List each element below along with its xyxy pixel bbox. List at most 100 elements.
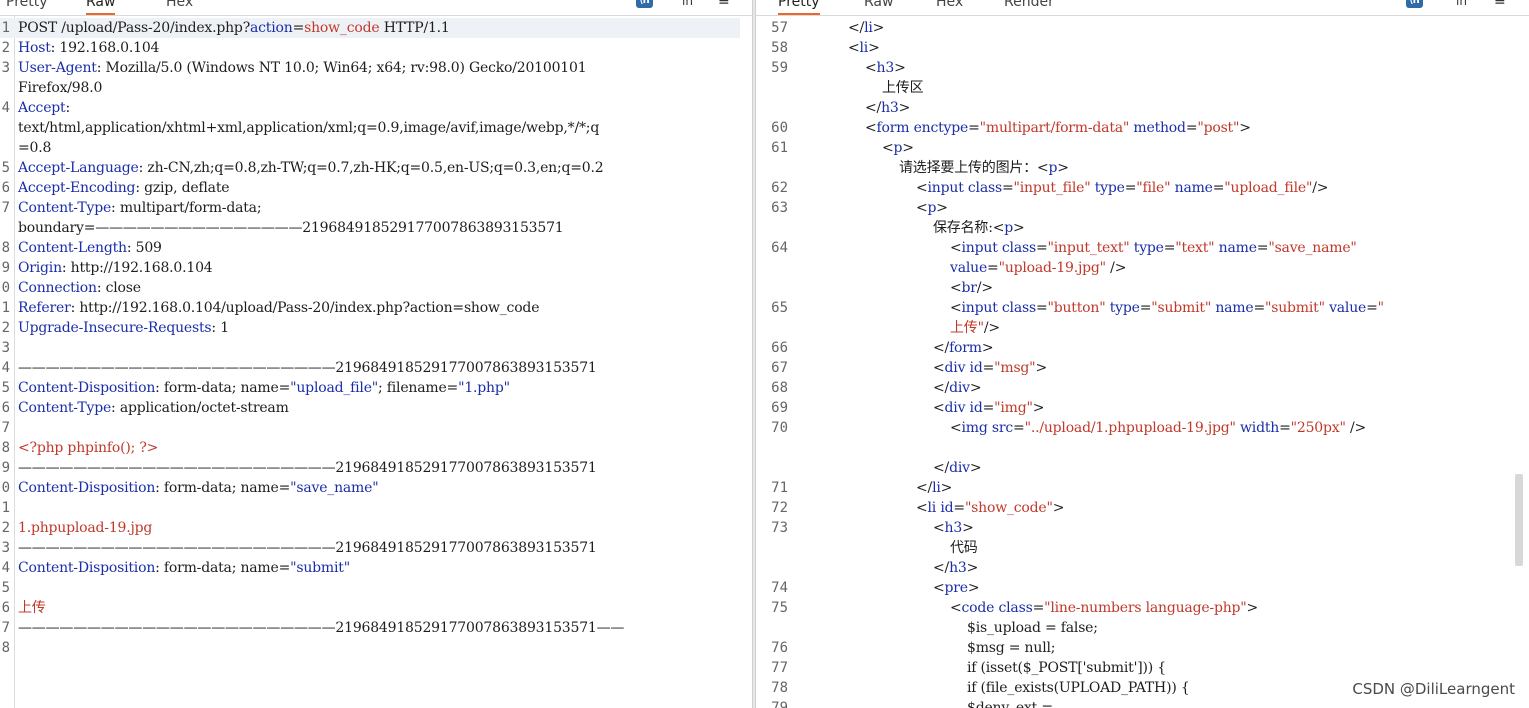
response-line[interactable]: 59 <h3> bbox=[756, 58, 1516, 78]
tab-render[interactable]: Render bbox=[1004, 0, 1054, 13]
response-line[interactable]: 60 <form enctype="multipart/form-data" me… bbox=[756, 118, 1516, 138]
response-line[interactable]: 79 $deny_ext = bbox=[756, 698, 1516, 708]
line-number: 8 bbox=[1, 440, 10, 456]
line-number: 77 bbox=[771, 660, 788, 676]
response-line[interactable]: 70 <img src="../upload/1.phpupload-19.jpg… bbox=[756, 418, 1516, 438]
response-line[interactable]: 64 <input class="input_text" type="text" … bbox=[756, 238, 1516, 258]
request-line[interactable]: =0.8 bbox=[0, 138, 740, 158]
response-line-text: <input class="button" type="submit" name… bbox=[950, 300, 1384, 316]
request-line[interactable]: 7 Content-Type: multipart/form-data; bbox=[0, 198, 740, 218]
request-line[interactable]: 7 bbox=[0, 418, 740, 438]
response-line[interactable]: </h3> bbox=[756, 98, 1516, 118]
response-line[interactable]: $is_upload = false; bbox=[756, 618, 1516, 638]
request-line[interactable]: 2 1.phpupload-19.jpg bbox=[0, 518, 740, 538]
response-line[interactable]: 77 if (isset($_POST['submit'])) { bbox=[756, 658, 1516, 678]
request-text-area[interactable]: 1 POST /upload/Pass-20/index.php?action=s… bbox=[0, 16, 752, 708]
response-line[interactable]: 请选择要上传的图片：<p> bbox=[756, 158, 1516, 178]
request-line[interactable]: 1 Referer: http://192.168.0.104/upload/Pa… bbox=[0, 298, 740, 318]
response-line[interactable]: 73 <h3> bbox=[756, 518, 1516, 538]
tab-hex[interactable]: Hex bbox=[166, 0, 193, 13]
request-line-text: Content-Disposition: form-data; name="sa… bbox=[18, 480, 379, 496]
request-line[interactable]: 8 <?php phpinfo(); ?> bbox=[0, 438, 740, 458]
tab-raw[interactable]: Raw bbox=[864, 0, 893, 13]
request-line[interactable]: 5 Accept-Language: zh-CN,zh;q=0.8,zh-TW;q… bbox=[0, 158, 740, 178]
request-line[interactable]: 4 Content-Disposition: form-data; name="s… bbox=[0, 558, 740, 578]
request-line-text: 上传 bbox=[18, 600, 46, 616]
response-line[interactable]: 68 </div> bbox=[756, 378, 1516, 398]
request-line[interactable]: 1 POST /upload/Pass-20/index.php?action=s… bbox=[0, 18, 740, 38]
response-line[interactable]: 58 <li> bbox=[756, 38, 1516, 58]
response-line-text: if (isset($_POST['submit'])) { bbox=[967, 660, 1166, 676]
request-line[interactable]: Firefox/98.0 bbox=[0, 78, 740, 98]
request-line[interactable]: 0 Connection: close bbox=[0, 278, 740, 298]
request-line-text: Content-Type: multipart/form-data; bbox=[18, 200, 262, 216]
request-line[interactable]: 9 Origin: http://192.168.0.104 bbox=[0, 258, 740, 278]
line-number: 7 bbox=[1, 620, 10, 636]
editor-menu-icon[interactable]: ≡ bbox=[718, 0, 730, 8]
response-text-area[interactable]: 57 </li> 58 <li> 59 <h3> 上传区 </h3> 60 <form encty… bbox=[756, 16, 1529, 708]
request-line-text: Content-Length: 509 bbox=[18, 240, 162, 256]
request-line[interactable]: boundary=———————————————2196849185291770… bbox=[0, 218, 740, 238]
line-number: 61 bbox=[771, 140, 788, 156]
request-line[interactable]: 3 ———————————————————————2196849185291770… bbox=[0, 538, 740, 558]
newline-toggle-button[interactable]: \n bbox=[636, 0, 653, 8]
response-line[interactable]: 75 <code class="line-numbers language-php… bbox=[756, 598, 1516, 618]
line-number: 63 bbox=[771, 200, 788, 216]
tab-pretty[interactable]: Pretty bbox=[6, 0, 48, 13]
request-line[interactable]: 6 上传 bbox=[0, 598, 740, 618]
response-line[interactable]: 76 $msg = null; bbox=[756, 638, 1516, 658]
response-line[interactable]: 67 <div id="msg"> bbox=[756, 358, 1516, 378]
response-line[interactable]: 57 </li> bbox=[756, 18, 1516, 38]
response-line[interactable]: 69 <div id="img"> bbox=[756, 398, 1516, 418]
request-line[interactable]: 6 Accept-Encoding: gzip, deflate bbox=[0, 178, 740, 198]
vertical-scrollbar[interactable] bbox=[1515, 474, 1523, 566]
response-line[interactable]: 62 <input class="input_file" type="file" … bbox=[756, 178, 1516, 198]
response-line[interactable] bbox=[756, 438, 1516, 458]
response-line[interactable]: 代码 bbox=[756, 538, 1516, 558]
line-number: 0 bbox=[1, 280, 10, 296]
request-line[interactable]: 2 Upgrade-Insecure-Requests: 1 bbox=[0, 318, 740, 338]
request-line[interactable]: 9 ———————————————————————2196849185291770… bbox=[0, 458, 740, 478]
word-wrap-button[interactable]: ln bbox=[1456, 0, 1467, 8]
response-editor-pane: Pretty Raw Hex Render \n ln ≡ 57 </li> 58 <… bbox=[756, 0, 1529, 708]
request-line[interactable]: 0 Content-Disposition: form-data; name="s… bbox=[0, 478, 740, 498]
response-line[interactable]: <br/> bbox=[756, 278, 1516, 298]
request-line[interactable]: 8 Content-Length: 509 bbox=[0, 238, 740, 258]
request-line[interactable]: text/html,application/xhtml+xml,applicat… bbox=[0, 118, 740, 138]
response-line[interactable]: 66 </form> bbox=[756, 338, 1516, 358]
editor-menu-icon[interactable]: ≡ bbox=[1494, 0, 1506, 8]
response-line[interactable]: </div> bbox=[756, 458, 1516, 478]
request-line[interactable]: 3 bbox=[0, 338, 740, 358]
response-line[interactable]: 61 <p> bbox=[756, 138, 1516, 158]
response-line[interactable]: 65 <input class="button" type="submit" na… bbox=[756, 298, 1516, 318]
tab-hex[interactable]: Hex bbox=[936, 0, 963, 13]
request-line[interactable]: 2 Host: 192.168.0.104 bbox=[0, 38, 740, 58]
request-line[interactable]: 6 Content-Type: application/octet-stream bbox=[0, 398, 740, 418]
response-line[interactable]: </h3> bbox=[756, 558, 1516, 578]
response-line[interactable]: 上传区 bbox=[756, 78, 1516, 98]
response-line[interactable]: 71 </li> bbox=[756, 478, 1516, 498]
request-line[interactable]: 5 Content-Disposition: form-data; name="u… bbox=[0, 378, 740, 398]
request-line-text: 1.phpupload-19.jpg bbox=[18, 520, 153, 536]
line-number: 4 bbox=[1, 560, 10, 576]
request-line[interactable]: 8 bbox=[0, 638, 740, 658]
newline-toggle-button[interactable]: \n bbox=[1406, 0, 1423, 8]
response-line-text: 上传"/> bbox=[950, 320, 1000, 336]
request-line[interactable]: 4 ———————————————————————2196849185291770… bbox=[0, 358, 740, 378]
request-line[interactable]: 1 bbox=[0, 498, 740, 518]
response-line-text: <input class="input_text" type="text" na… bbox=[950, 240, 1357, 256]
response-line[interactable]: value="upload-19.jpg" /> bbox=[756, 258, 1516, 278]
response-line[interactable]: 74 <pre> bbox=[756, 578, 1516, 598]
request-line[interactable]: 5 bbox=[0, 578, 740, 598]
response-line[interactable]: 保存名称:<p> bbox=[756, 218, 1516, 238]
request-line[interactable]: 7 ———————————————————————2196849185291770… bbox=[0, 618, 740, 638]
response-line[interactable]: 上传"/> bbox=[756, 318, 1516, 338]
word-wrap-button[interactable]: ln bbox=[682, 0, 693, 8]
request-line[interactable]: 3 User-Agent: Mozilla/5.0 (Windows NT 10.… bbox=[0, 58, 740, 78]
request-line[interactable]: 4 Accept: bbox=[0, 98, 740, 118]
response-line[interactable]: 63 <p> bbox=[756, 198, 1516, 218]
response-line[interactable]: 72 <li id="show_code"> bbox=[756, 498, 1516, 518]
tab-pretty[interactable]: Pretty bbox=[778, 0, 820, 15]
response-line-text: <h3> bbox=[865, 60, 906, 76]
tab-raw[interactable]: Raw bbox=[86, 0, 116, 15]
